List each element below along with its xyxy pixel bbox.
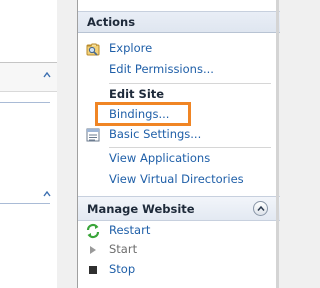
action-stop-label[interactable]: Stop: [109, 262, 135, 276]
explore-icon: [86, 43, 100, 56]
scrollbar-gap: [57, 0, 67, 288]
window-edge: [276, 0, 279, 288]
features-pane: [0, 0, 67, 288]
action-basic-settings[interactable]: Basic Settings...: [78, 125, 280, 145]
restart-icon: [86, 223, 100, 239]
action-restart[interactable]: Restart: [78, 221, 280, 241]
manage-website-title: Manage Website: [87, 202, 195, 216]
section-separator: [109, 147, 271, 148]
collapse-caret-icon[interactable]: [43, 191, 51, 197]
bindings-highlight-box: [95, 102, 191, 126]
action-view-applications-label[interactable]: View Applications: [109, 151, 210, 165]
manage-website-header: Manage Website: [78, 196, 280, 221]
action-restart-label[interactable]: Restart: [109, 223, 150, 237]
collapse-caret-icon[interactable]: [43, 72, 51, 78]
action-view-virtual-directories[interactable]: View Virtual Directories: [78, 170, 280, 190]
group-separator: [0, 102, 50, 103]
action-explore-label[interactable]: Explore: [109, 41, 152, 55]
edit-site-heading: Edit Site: [109, 87, 165, 101]
action-stop[interactable]: Stop: [78, 260, 280, 280]
action-edit-permissions-label[interactable]: Edit Permissions...: [109, 62, 214, 76]
pane-splitter[interactable]: [67, 0, 77, 288]
action-view-applications[interactable]: View Applications: [78, 149, 280, 169]
action-edit-permissions[interactable]: Edit Permissions...: [78, 60, 280, 80]
settings-icon: [86, 128, 100, 142]
section-separator: [109, 83, 271, 84]
actions-pane: Actions Explore Edit Permissions... Edit…: [77, 0, 280, 288]
action-start: Start: [78, 240, 280, 260]
action-start-label: Start: [109, 242, 138, 256]
action-view-virtual-directories-label[interactable]: View Virtual Directories: [109, 172, 244, 186]
collapse-section-button[interactable]: [253, 201, 268, 216]
action-explore[interactable]: Explore: [78, 39, 280, 59]
chevron-up-icon: [257, 205, 265, 211]
group-separator: [0, 203, 50, 204]
actions-title: Actions: [87, 15, 136, 29]
stop-icon: [89, 266, 97, 274]
action-basic-settings-label[interactable]: Basic Settings...: [109, 127, 201, 141]
start-icon: [90, 246, 96, 254]
actions-title-bar: Actions: [78, 11, 280, 33]
